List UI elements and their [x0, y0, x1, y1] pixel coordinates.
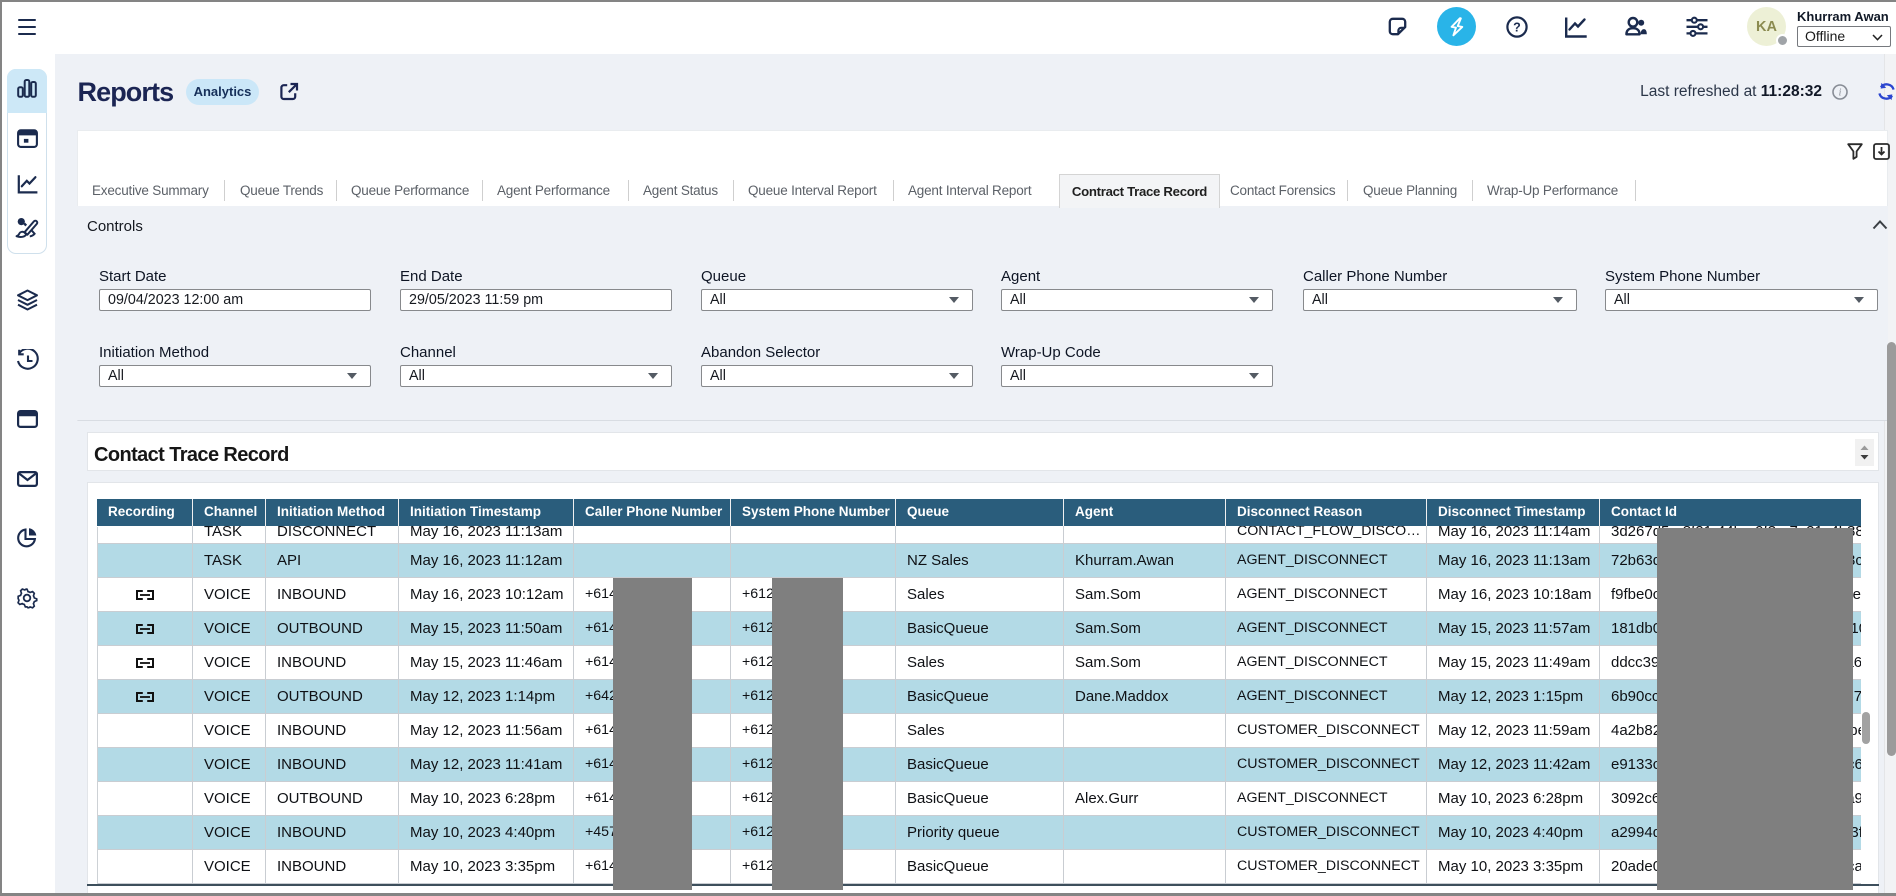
svg-text:i: i: [1839, 88, 1842, 99]
svg-text:?: ?: [1513, 20, 1521, 34]
